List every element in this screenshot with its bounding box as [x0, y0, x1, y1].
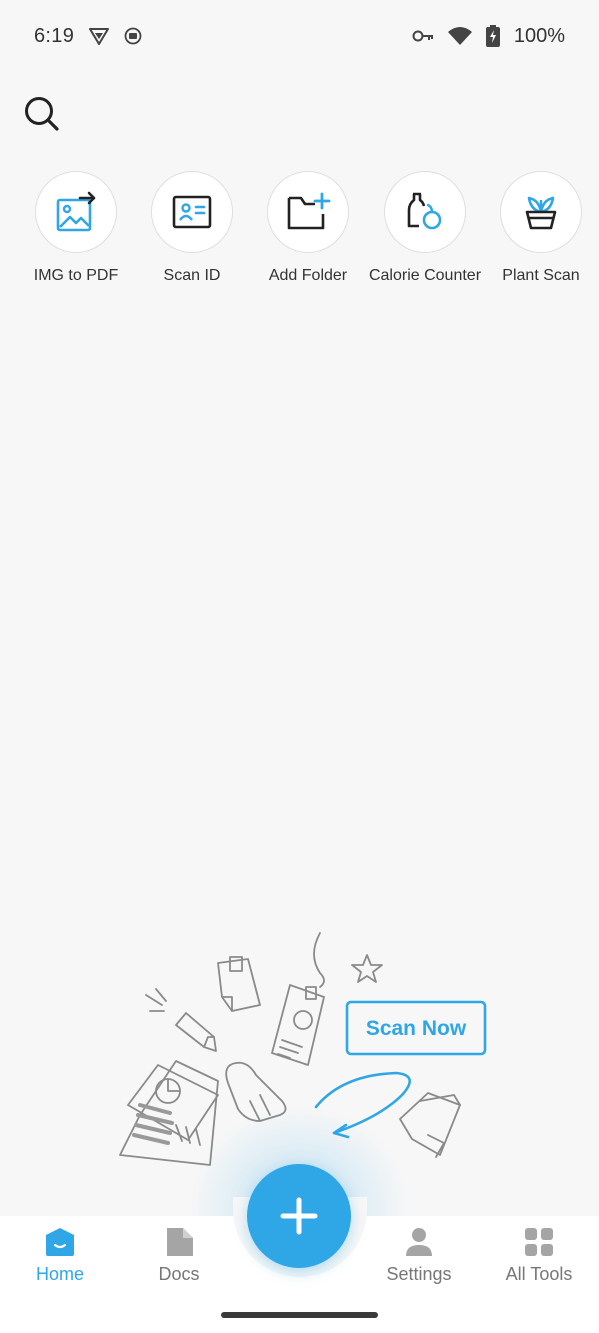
nav-item-settings[interactable]: Settings [359, 1226, 479, 1296]
tool-scan-id[interactable]: Scan ID [127, 171, 257, 296]
status-time: 6:19 [34, 24, 75, 47]
plus-icon [280, 1197, 318, 1235]
tool-calorie-counter[interactable]: Calorie Counter [360, 171, 490, 296]
folder-doodle [399, 1092, 461, 1158]
star-doodle [351, 954, 383, 983]
id-card-icon [172, 195, 212, 229]
tool-label: IMG to PDF [33, 267, 119, 284]
nav-item-home[interactable]: Home [0, 1226, 120, 1296]
tool-add-folder-circle [267, 171, 349, 253]
tool-img-to-pdf[interactable]: IMG to PDF [11, 171, 141, 296]
nav-label-settings: Settings [386, 1264, 452, 1284]
tool-add-folder[interactable]: Add Folder [243, 171, 373, 296]
badge-doodle [271, 932, 325, 1066]
add-folder-icon [287, 192, 331, 230]
wifi-icon [447, 26, 472, 46]
nav-label-all-tools: All Tools [505, 1264, 573, 1284]
status-bar: 6:19 100% [0, 0, 599, 72]
person-icon [406, 1228, 432, 1256]
tool-calorie-circle [384, 171, 466, 253]
home-icon [46, 1228, 74, 1256]
status-left: 6:19 [34, 25, 142, 48]
nav-label-home: Home [35, 1264, 84, 1284]
scan-now-text: Scan Now [366, 1017, 467, 1040]
tool-img-to-pdf-circle [35, 171, 117, 253]
nav-item-docs[interactable]: Docs [119, 1226, 239, 1296]
home-screen: 6:19 100% IMG to PDF Scan ID Add Folder … [0, 0, 599, 1333]
plant-icon [525, 196, 557, 230]
status-right: 100% [412, 25, 565, 48]
image-export-icon [56, 191, 96, 232]
tool-plant-scan[interactable]: Plant Scan [476, 171, 599, 296]
tool-label: Plant Scan [502, 267, 580, 284]
tool-scan-id-circle [151, 171, 233, 253]
document-icon [167, 1228, 193, 1256]
nav-label-docs: Docs [158, 1264, 200, 1284]
grid-icon [525, 1228, 553, 1256]
battery-percent: 100% [513, 24, 565, 47]
search-button[interactable] [20, 92, 64, 136]
calorie-icon [407, 192, 442, 230]
tool-label: Calorie Counter [368, 267, 482, 284]
gesture-bar[interactable] [221, 1312, 378, 1318]
vpn-shield-icon [88, 25, 110, 47]
chart-papers-doodle [119, 1060, 219, 1166]
tool-label: Add Folder [268, 267, 348, 284]
screen-record-icon [124, 27, 142, 45]
key-icon [412, 29, 434, 43]
search-icon [25, 97, 59, 131]
tool-plant-scan-circle [500, 171, 582, 253]
quick-tools-row: IMG to PDF Scan ID Add Folder Calorie Co… [0, 171, 599, 301]
tool-label: Scan ID [163, 267, 221, 284]
nav-item-all-tools[interactable]: All Tools [479, 1226, 599, 1296]
add-scan-button[interactable] [247, 1164, 351, 1268]
battery-charging-icon [485, 25, 500, 47]
pencil-doodle [145, 988, 217, 1052]
note-doodle [217, 956, 261, 1012]
